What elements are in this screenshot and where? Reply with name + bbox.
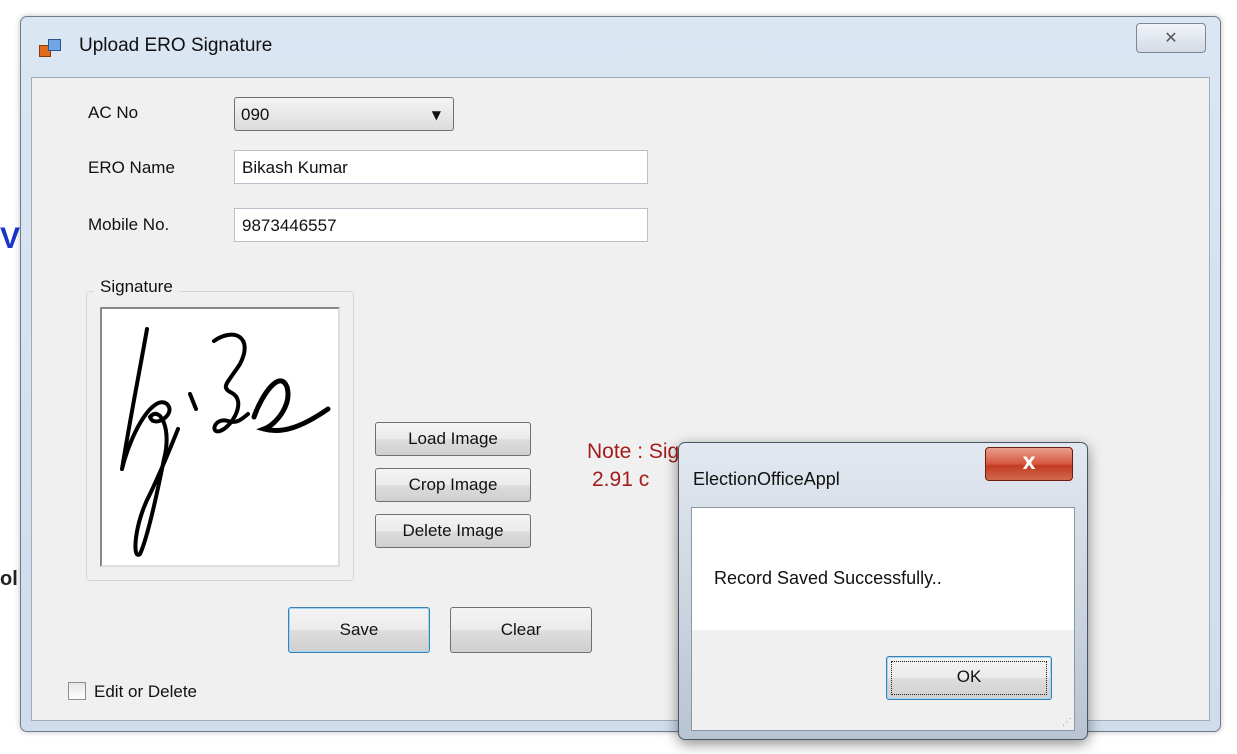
signature-group-label: Signature (94, 277, 179, 297)
save-button[interactable]: Save (288, 607, 430, 653)
window-title: Upload ERO Signature (79, 35, 273, 56)
message-dialog: ElectionOfficeAppl X Record Saved Succes… (678, 442, 1088, 740)
ero-name-field[interactable]: Bikash Kumar (234, 150, 648, 184)
ac-no-value: 090 (241, 105, 270, 124)
note-line-2: 2.91 c (592, 468, 650, 491)
dialog-client-area: Record Saved Successfully.. OK ⋰ (691, 507, 1075, 731)
background-text-fragment: ol (0, 568, 18, 590)
dropdown-arrow-icon: ▼ (431, 108, 441, 122)
load-image-button[interactable]: Load Image (375, 422, 531, 456)
signature-picture-box (100, 307, 340, 567)
resize-grip-icon: ⋰ (1062, 717, 1072, 728)
dialog-message-panel: Record Saved Successfully.. (692, 508, 1074, 630)
mobile-no-label: Mobile No. (88, 215, 170, 234)
ac-no-label: AC No (88, 103, 139, 122)
clear-button[interactable]: Clear (450, 607, 592, 653)
crop-image-button[interactable]: Crop Image (375, 468, 531, 502)
ero-name-label: ERO Name (88, 158, 175, 177)
ac-no-dropdown[interactable]: 090 ▼ (234, 97, 454, 131)
mobile-no-field[interactable]: 9873446557 (234, 208, 648, 242)
close-icon: ✕ (1164, 28, 1178, 47)
ok-button[interactable]: OK (886, 656, 1052, 700)
background-text-fragment: V (0, 222, 21, 255)
focus-rectangle (891, 661, 1047, 695)
window-titlebar[interactable]: Upload ERO Signature ✕ (21, 17, 1220, 77)
dialog-message: Record Saved Successfully.. (714, 568, 942, 588)
signature-image (120, 327, 331, 557)
close-icon: X (1022, 454, 1036, 474)
dialog-close-button[interactable]: X (985, 447, 1073, 481)
dialog-title: ElectionOfficeAppl (693, 469, 840, 489)
app-icon (39, 39, 61, 57)
delete-image-button[interactable]: Delete Image (375, 514, 531, 548)
edit-or-delete-label[interactable]: Edit or Delete (94, 682, 197, 702)
edit-or-delete-checkbox[interactable] (68, 682, 86, 700)
close-button[interactable]: ✕ (1136, 23, 1206, 53)
